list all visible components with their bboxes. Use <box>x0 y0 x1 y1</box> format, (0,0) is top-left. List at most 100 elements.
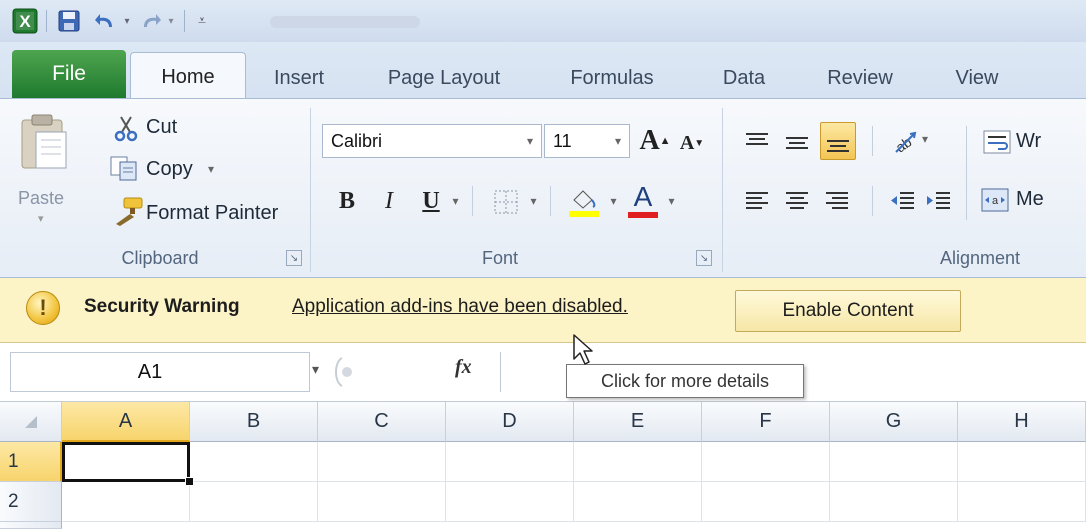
fill-color-icon[interactable] <box>566 186 602 218</box>
fill-color-dropdown-icon[interactable]: ▾ <box>604 184 620 218</box>
save-icon[interactable] <box>54 8 84 34</box>
tab-data[interactable]: Data <box>712 58 776 98</box>
font-name-value: Calibri <box>331 130 383 151</box>
italic-button[interactable]: I <box>372 184 406 218</box>
excel-app-icon[interactable]: X <box>10 8 40 34</box>
chevron-down-icon[interactable]: ▾ <box>519 134 541 148</box>
alignment-group-label: Alignment <box>939 247 1021 268</box>
grow-font-button[interactable]: A ▲ <box>639 124 670 158</box>
column-header-b[interactable]: B <box>190 402 318 442</box>
wrap-text-button[interactable]: Wr <box>1016 130 1041 153</box>
redo-icon[interactable] <box>136 8 164 34</box>
copy-icon[interactable] <box>108 154 142 182</box>
orientation-dropdown-icon[interactable]: ▾ <box>922 132 928 146</box>
tooltip: Click for more details <box>566 364 804 398</box>
tab-home[interactable]: Home <box>130 52 246 101</box>
font-color-button[interactable]: A <box>626 180 660 214</box>
paste-button[interactable]: Paste <box>18 188 64 209</box>
decrease-indent-icon[interactable] <box>888 186 918 216</box>
align-middle-icon[interactable] <box>782 128 812 156</box>
cut-icon[interactable] <box>112 114 140 142</box>
cell-h2[interactable] <box>958 482 1086 522</box>
fill-handle[interactable] <box>185 477 194 486</box>
cell-b1[interactable] <box>190 442 318 482</box>
group-separator <box>722 108 723 272</box>
bold-button[interactable]: B <box>330 184 364 218</box>
shrink-font-button[interactable]: A ▼ <box>678 126 706 160</box>
undo-icon[interactable] <box>92 8 120 34</box>
cell-h1[interactable] <box>958 442 1086 482</box>
increase-indent-icon[interactable] <box>924 186 954 216</box>
tab-view[interactable]: View <box>942 58 1012 98</box>
undo-dropdown-icon[interactable]: ▾ <box>120 8 134 34</box>
cell-f1[interactable] <box>702 442 830 482</box>
tab-file[interactable]: File <box>12 50 126 98</box>
cell-c2[interactable] <box>318 482 446 522</box>
orientation-icon[interactable]: ab <box>890 126 920 156</box>
font-size-combo[interactable]: 11 ▾ <box>544 124 630 158</box>
cell-g2[interactable] <box>830 482 958 522</box>
column-header-c[interactable]: C <box>318 402 446 442</box>
row-header-2[interactable]: 2 <box>0 482 62 522</box>
font-dialog-launcher-icon[interactable]: ↘ <box>696 250 712 266</box>
borders-icon[interactable] <box>492 188 520 216</box>
font-size-value: 11 <box>553 130 572 151</box>
copy-dropdown-icon[interactable]: ▾ <box>208 162 214 176</box>
align-bottom-icon <box>827 140 849 152</box>
borders-dropdown-icon[interactable]: ▾ <box>524 184 540 218</box>
cancel-entry-icon[interactable] <box>330 356 362 388</box>
column-header-d[interactable]: D <box>446 402 574 442</box>
chevron-down-icon[interactable]: ▾ <box>607 134 629 148</box>
cell-d1[interactable] <box>446 442 574 482</box>
tab-page-layout[interactable]: Page Layout <box>372 58 516 98</box>
cell-e2[interactable] <box>574 482 702 522</box>
tab-insert[interactable]: Insert <box>256 58 342 98</box>
column-header-g[interactable]: G <box>830 402 958 442</box>
enable-content-button[interactable]: Enable Content <box>735 290 961 332</box>
column-header-h[interactable]: H <box>958 402 1086 442</box>
font-name-combo[interactable]: Calibri ▾ <box>322 124 542 158</box>
cell-f2[interactable] <box>702 482 830 522</box>
underline-button[interactable]: U <box>414 184 448 218</box>
align-top-icon[interactable] <box>742 128 772 156</box>
cell-e1[interactable] <box>574 442 702 482</box>
row-header-1[interactable]: 1 <box>0 442 62 482</box>
tab-review[interactable]: Review <box>814 58 906 98</box>
cell-a2[interactable] <box>62 482 190 522</box>
customize-qat-icon[interactable]: ⩡ <box>190 8 214 34</box>
name-box-dropdown-icon[interactable]: ▾ <box>312 362 319 378</box>
cut-button[interactable]: Cut <box>146 116 177 139</box>
paste-dropdown-icon[interactable]: ▾ <box>38 212 44 225</box>
cell-c1[interactable] <box>318 442 446 482</box>
merge-center-button[interactable]: Me <box>1016 188 1044 211</box>
align-bottom-button[interactable] <box>820 122 856 160</box>
underline-dropdown-icon[interactable]: ▾ <box>446 184 462 218</box>
align-right-icon[interactable] <box>822 186 852 216</box>
format-painter-icon[interactable] <box>110 196 144 226</box>
align-left-icon[interactable] <box>742 186 772 216</box>
paste-icon[interactable] <box>14 112 74 172</box>
column-header-a[interactable]: A <box>62 402 190 442</box>
cell-g1[interactable] <box>830 442 958 482</box>
qat-separator <box>184 10 185 32</box>
column-header-f[interactable]: F <box>702 402 830 442</box>
format-painter-button[interactable]: Format Painter <box>146 202 278 225</box>
insert-function-button[interactable]: fx <box>455 356 472 379</box>
cell-b2[interactable] <box>190 482 318 522</box>
merge-center-icon[interactable]: a <box>980 186 1012 214</box>
redo-dropdown-icon[interactable]: ▾ <box>164 8 178 34</box>
clipboard-dialog-launcher-icon[interactable]: ↘ <box>286 250 302 266</box>
select-all-corner[interactable] <box>0 402 62 442</box>
align-center-icon[interactable] <box>782 186 812 216</box>
addins-disabled-link[interactable]: Application add-ins have been disabled. <box>292 296 628 318</box>
wrap-text-icon[interactable] <box>982 128 1014 156</box>
tab-formulas[interactable]: Formulas <box>558 58 666 98</box>
copy-button[interactable]: Copy <box>146 158 193 181</box>
column-header-e[interactable]: E <box>574 402 702 442</box>
select-all-icon <box>24 415 37 428</box>
divider <box>872 126 873 156</box>
cell-d2[interactable] <box>446 482 574 522</box>
divider <box>550 186 551 216</box>
font-color-dropdown-icon[interactable]: ▾ <box>662 184 678 218</box>
row-header-3[interactable] <box>0 522 62 529</box>
